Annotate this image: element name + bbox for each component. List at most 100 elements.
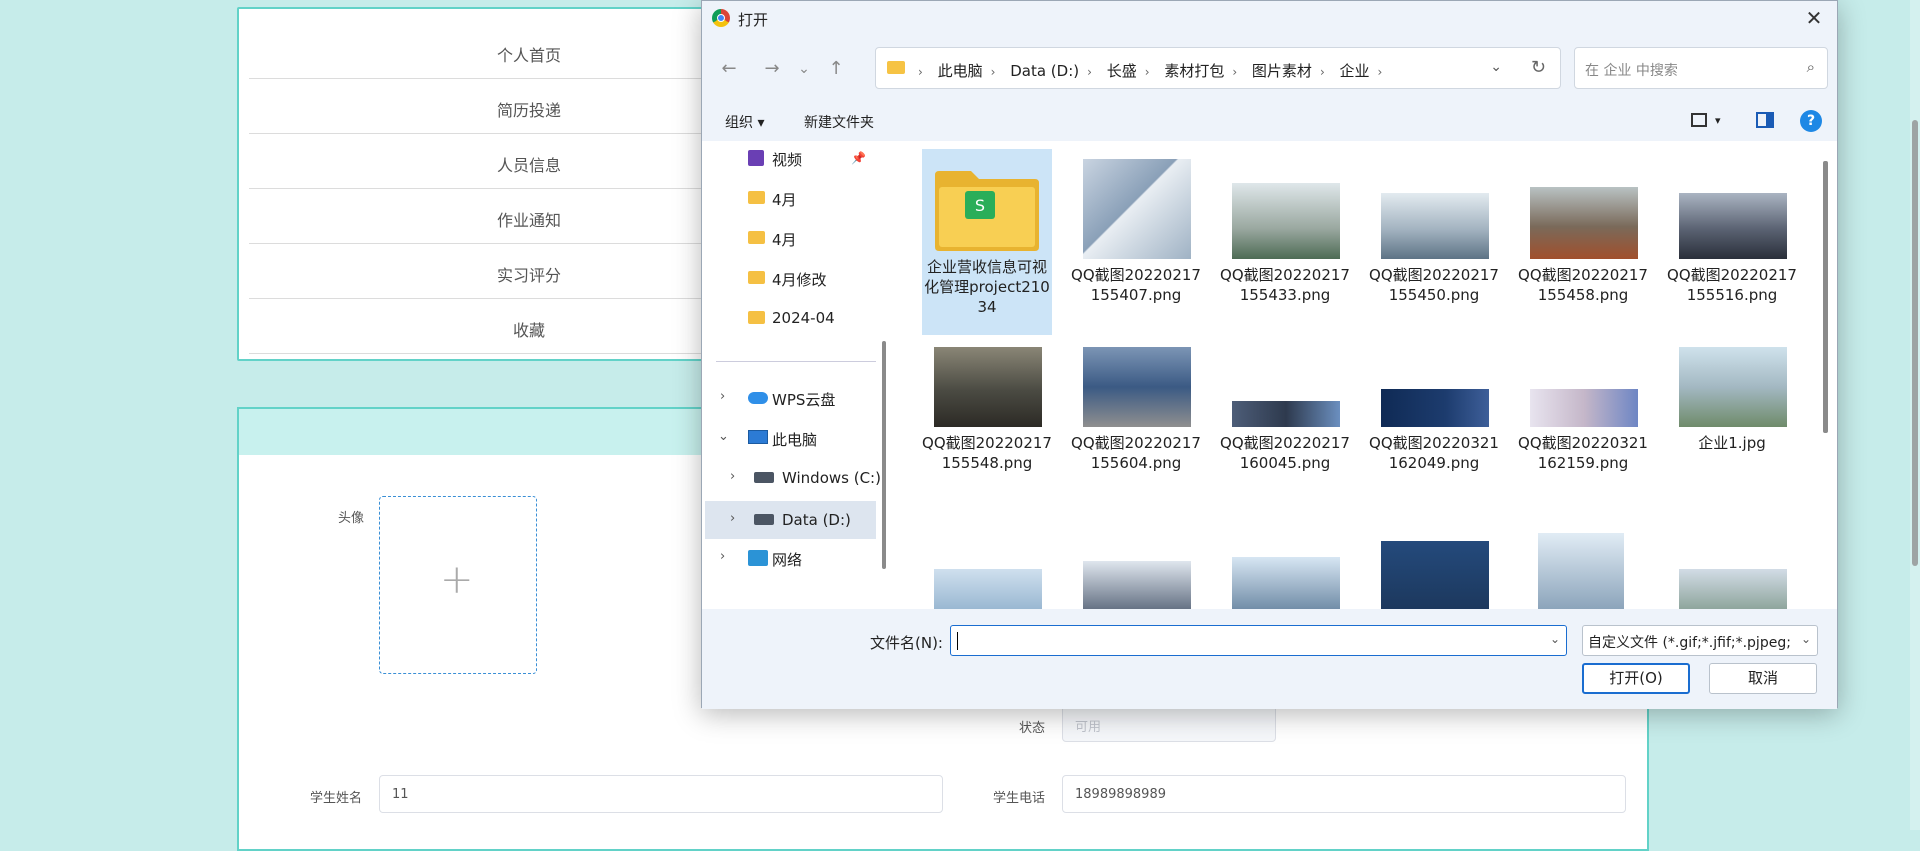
chevron-right-icon[interactable]: › xyxy=(720,389,725,404)
nav-item-videos[interactable]: 视频 📌 xyxy=(706,141,876,175)
dialog-title: 打开 xyxy=(738,11,769,29)
image-thumbnail[interactable] xyxy=(1381,541,1489,609)
nav-item-folder[interactable]: 4月 xyxy=(706,181,876,215)
preview-pane-icon[interactable] xyxy=(1756,112,1774,128)
file-item[interactable]: QQ截图20220217155548.png xyxy=(922,337,1052,523)
file-name: 企业1.jpg xyxy=(1698,434,1766,452)
refresh-icon[interactable]: ↻ xyxy=(1531,57,1546,78)
filename-label: 文件名(N): xyxy=(870,634,943,652)
file-item[interactable]: QQ截图20220321162159.png xyxy=(1518,337,1648,523)
breadcrumb-item[interactable]: Data (D:) xyxy=(1010,62,1079,80)
file-list-scrollbar[interactable] xyxy=(1823,149,1829,599)
nav-scrollbar-thumb[interactable] xyxy=(882,341,886,569)
open-file-dialog: 打开 ✕ ← → ⌄ ↑ › 此电脑 › Data (D:) › 长盛 › 素材打包 ›… xyxy=(701,0,1838,709)
nav-item-label: Data (D:) xyxy=(782,511,851,529)
nav-item-drive-c[interactable]: › Windows (C:) xyxy=(706,461,881,495)
back-arrow-icon[interactable]: ← xyxy=(715,55,743,83)
nav-item-label: Windows (C:) xyxy=(782,469,881,487)
image-thumbnail xyxy=(1530,187,1638,259)
network-icon xyxy=(748,550,768,566)
dialog-titlebar[interactable]: 打开 ✕ xyxy=(702,1,1837,35)
view-dropdown-icon[interactable]: ▾ xyxy=(1715,114,1721,127)
drive-icon xyxy=(754,472,774,483)
image-thumbnail[interactable] xyxy=(1538,533,1624,609)
filename-input[interactable]: ⌄ xyxy=(950,625,1567,656)
file-item[interactable]: QQ截图20220217155407.png xyxy=(1071,149,1201,335)
nav-item-folder[interactable]: 4月修改 xyxy=(706,261,876,295)
folder-icon xyxy=(748,311,765,324)
image-thumbnail xyxy=(1530,389,1638,427)
help-icon[interactable]: ? xyxy=(1800,110,1822,132)
nav-item-drive-d[interactable]: › Data (D:) xyxy=(705,501,876,539)
file-item[interactable]: QQ截图20220217155450.png xyxy=(1369,149,1499,335)
forward-arrow-icon[interactable]: → xyxy=(758,55,786,83)
breadcrumb-item[interactable]: 此电脑 xyxy=(938,62,983,80)
image-thumbnail[interactable] xyxy=(1232,557,1340,609)
file-item-folder[interactable]: S 企业营收信息可视化管理project21034 xyxy=(922,149,1052,335)
chevron-right-icon[interactable]: › xyxy=(730,511,735,526)
chevron-down-icon[interactable]: ⌄ xyxy=(1490,59,1502,75)
file-list: S 企业营收信息可视化管理project21034 QQ截图2022021715… xyxy=(897,141,1825,609)
file-item[interactable]: QQ截图20220217155516.png xyxy=(1667,149,1797,335)
file-item[interactable]: QQ截图20220217160045.png xyxy=(1220,337,1350,523)
breadcrumb-item[interactable]: 图片素材 xyxy=(1252,62,1312,80)
file-item[interactable]: QQ截图20220217155433.png xyxy=(1220,149,1350,335)
file-item[interactable]: QQ截图20220217155458.png xyxy=(1518,149,1648,335)
breadcrumb-item[interactable]: 素材打包 xyxy=(1164,62,1224,80)
search-input[interactable]: 在 企业 中搜索 xyxy=(1585,60,1678,80)
svg-text:S: S xyxy=(975,196,985,215)
image-thumbnail xyxy=(1381,193,1489,259)
status-select[interactable]: 可用 xyxy=(1062,704,1276,742)
page-scrollbar-thumb[interactable] xyxy=(1912,120,1918,566)
chrome-icon xyxy=(712,9,730,27)
address-bar[interactable]: › 此电脑 › Data (D:) › 长盛 › 素材打包 › 图片素材 › 企业 › ⌄ … xyxy=(875,47,1561,89)
chevron-down-icon[interactable]: ⌄ xyxy=(718,429,729,444)
file-type-value: 自定义文件 (*.gif;*.jfif;*.pjpeg; xyxy=(1588,635,1791,651)
new-folder-button[interactable]: 新建文件夹 xyxy=(804,112,874,132)
nav-item-label: 网络 xyxy=(772,551,803,569)
breadcrumb-item[interactable]: 长盛 xyxy=(1107,62,1137,80)
nav-item-label: 此电脑 xyxy=(772,431,818,449)
image-thumbnail[interactable] xyxy=(1679,569,1787,609)
file-item[interactable]: QQ截图20220321162049.png xyxy=(1369,337,1499,523)
chevron-right-icon[interactable]: › xyxy=(720,549,725,564)
page-scrollbar[interactable] xyxy=(1910,0,1920,830)
cancel-button[interactable]: 取消 xyxy=(1709,663,1817,694)
folder-icon: S xyxy=(935,171,1039,251)
nav-item-folder[interactable]: 4月 xyxy=(706,221,876,255)
chevron-down-icon[interactable]: ⌄ xyxy=(1801,632,1811,646)
file-item[interactable]: QQ截图20220217155604.png xyxy=(1071,337,1201,523)
student-name-input[interactable]: 11 xyxy=(379,775,943,813)
up-arrow-icon[interactable]: ↑ xyxy=(822,55,850,83)
image-thumbnail xyxy=(1232,183,1340,259)
nav-item-folder[interactable]: 2024-04 xyxy=(706,301,876,335)
nav-item-network[interactable]: › 网络 xyxy=(706,541,876,575)
breadcrumb: › 此电脑 › Data (D:) › 长盛 › 素材打包 › 图片素材 › 企业 › xyxy=(918,62,1383,80)
nav-scrollbar[interactable] xyxy=(882,141,887,609)
file-list-scrollbar-thumb[interactable] xyxy=(1823,161,1828,433)
image-thumbnail[interactable] xyxy=(934,569,1042,609)
nav-item-label: 视频 xyxy=(772,151,803,169)
nav-item-label: WPS云盘 xyxy=(772,391,836,409)
file-item[interactable]: 企业1.jpg xyxy=(1667,337,1797,523)
nav-item-wps-cloud[interactable]: › WPS云盘 xyxy=(706,381,876,415)
nav-item-this-pc[interactable]: ⌄ 此电脑 xyxy=(706,421,876,455)
open-button[interactable]: 打开(O) xyxy=(1582,663,1690,694)
recent-locations-icon[interactable]: ⌄ xyxy=(790,55,818,83)
search-box[interactable]: 在 企业 中搜索 ⌕ xyxy=(1574,47,1828,89)
chevron-down-icon[interactable]: ⌄ xyxy=(1550,632,1560,646)
file-type-filter[interactable]: 自定义文件 (*.gif;*.jfif;*.pjpeg; ⌄ xyxy=(1582,625,1818,656)
nav-item-label: 4月 xyxy=(772,191,797,209)
chevron-right-icon[interactable]: › xyxy=(730,469,735,484)
student-phone-input[interactable]: 18989898989 xyxy=(1062,775,1626,813)
close-icon[interactable]: ✕ xyxy=(1791,1,1837,35)
avatar-upload[interactable]: + xyxy=(379,496,537,674)
breadcrumb-item[interactable]: 企业 xyxy=(1340,62,1370,80)
pin-icon[interactable]: 📌 xyxy=(851,151,866,165)
status-label: 状态 xyxy=(1019,721,1046,736)
command-bar: 组织 ▾ 新建文件夹 ▾ ? xyxy=(702,101,1837,141)
organize-button[interactable]: 组织 ▾ xyxy=(725,112,764,132)
file-name: QQ截图20220217155433.png xyxy=(1220,266,1350,304)
view-options-icon[interactable] xyxy=(1691,113,1707,127)
image-thumbnail[interactable] xyxy=(1083,561,1191,609)
